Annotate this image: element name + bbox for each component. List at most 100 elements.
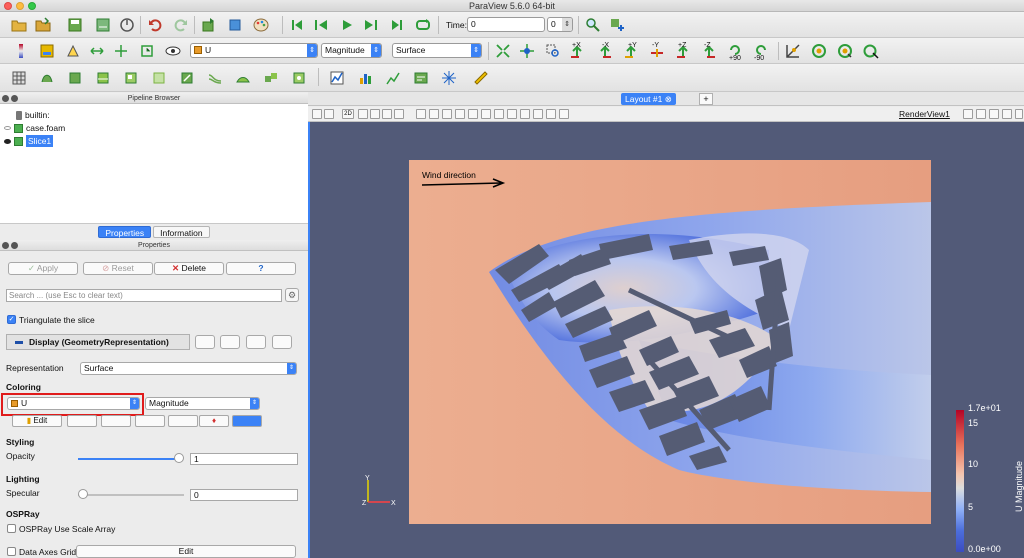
view-option-button[interactable] <box>358 109 368 119</box>
gear-icon[interactable]: ⚙ <box>285 288 299 302</box>
shrink-selection-button[interactable] <box>546 109 556 119</box>
maximize-view-button[interactable] <box>989 109 999 119</box>
representation-dropdown[interactable]: Surface ⇕ <box>80 362 297 375</box>
zoom-closest-icon[interactable] <box>518 42 536 60</box>
representation-select[interactable]: Surface ⇕ <box>392 43 482 58</box>
probe-point-icon[interactable] <box>440 69 458 87</box>
extract-subset-icon[interactable] <box>150 69 168 87</box>
slice-icon[interactable] <box>94 69 112 87</box>
minimize-window-button[interactable] <box>16 2 24 10</box>
color-legend-toggle-button[interactable] <box>232 415 262 427</box>
restore-defaults-button[interactable] <box>246 335 266 349</box>
clip-icon[interactable] <box>66 69 84 87</box>
copy-properties-button[interactable] <box>195 335 215 349</box>
tab-properties[interactable]: Properties <box>98 226 152 238</box>
rescale-custom-range-button[interactable] <box>101 415 131 427</box>
stream-tracer-icon[interactable] <box>206 69 224 87</box>
float-panel-icon[interactable] <box>11 95 18 102</box>
close-window-button[interactable] <box>4 2 12 10</box>
help-button[interactable]: ? <box>226 262 296 275</box>
reset-range-icon[interactable] <box>64 42 82 60</box>
last-frame-icon[interactable] <box>388 16 406 34</box>
specular-input[interactable]: 0 <box>190 489 298 501</box>
apply-button[interactable]: ✓ Apply <box>8 262 78 275</box>
edit-colormap-button[interactable]: ▮ Edit <box>12 415 62 427</box>
rescale-custom-icon[interactable] <box>88 42 106 60</box>
camera-undo-icon[interactable] <box>200 16 218 34</box>
histogram-icon[interactable] <box>356 69 374 87</box>
save-defaults-button[interactable] <box>272 335 292 349</box>
select-points-frustum-button[interactable] <box>455 109 465 119</box>
toggle-2d-button[interactable]: 2D <box>342 109 354 119</box>
view-option-button[interactable] <box>370 109 380 119</box>
select-points-button[interactable] <box>429 109 439 119</box>
warp-vector-icon[interactable] <box>234 69 252 87</box>
interactive-select-button[interactable] <box>494 109 504 119</box>
play-icon[interactable] <box>338 16 356 34</box>
pipeline-item-slice1[interactable]: Slice1 <box>4 135 54 147</box>
tab-information[interactable]: Information <box>153 226 210 238</box>
first-frame-icon[interactable] <box>288 16 306 34</box>
pick-center-icon[interactable] <box>836 42 854 60</box>
select-blocks-button[interactable] <box>481 109 491 119</box>
toggle-color-legend-icon[interactable] <box>12 42 30 60</box>
close-tab-icon[interactable]: ⊗ <box>665 94 672 104</box>
undo-icon[interactable] <box>146 16 164 34</box>
plot-over-line-icon[interactable] <box>328 69 346 87</box>
zoom-window-button[interactable] <box>28 2 36 10</box>
delete-button[interactable]: ✕ Delete <box>154 262 224 275</box>
display-section-toggle[interactable]: Display (GeometryRepresentation) <box>6 334 190 350</box>
ospray-scale-checkbox[interactable] <box>7 524 16 533</box>
clear-selection-button[interactable] <box>559 109 569 119</box>
view-option-button[interactable] <box>324 109 334 119</box>
group-datasets-icon[interactable] <box>262 69 280 87</box>
select-frustum-button[interactable] <box>442 109 452 119</box>
search-input[interactable]: Search ... (use Esc to clear text) <box>6 289 282 302</box>
rescale-temporal-button[interactable] <box>135 415 165 427</box>
select-polygon-button[interactable] <box>468 109 478 119</box>
rescale-time-icon[interactable] <box>138 42 156 60</box>
rescale-visible-button[interactable] <box>168 415 198 427</box>
palette-icon[interactable] <box>252 16 270 34</box>
zoom-to-box-icon[interactable] <box>544 42 562 60</box>
reset-center-icon[interactable] <box>810 42 828 60</box>
triangulate-checkbox[interactable] <box>7 315 16 324</box>
select-cells-button[interactable] <box>416 109 426 119</box>
calculator-icon[interactable] <box>10 69 28 87</box>
axes-grid-edit-button[interactable]: Edit <box>76 545 296 558</box>
save-state-icon[interactable] <box>94 16 112 34</box>
close-view-button[interactable] <box>1015 109 1023 119</box>
grow-selection-button[interactable] <box>533 109 543 119</box>
pick-center-point-icon[interactable] <box>862 42 880 60</box>
timestep-spinbox[interactable]: 0 ⇕ <box>547 17 573 32</box>
pipeline-item-builtin[interactable]: builtin: <box>16 109 50 121</box>
redo-icon[interactable] <box>172 16 190 34</box>
specular-slider-handle[interactable] <box>78 489 88 499</box>
rescale-data-range-button[interactable] <box>67 415 97 427</box>
contour-icon[interactable] <box>38 69 56 87</box>
paste-properties-button[interactable] <box>220 335 240 349</box>
find-data-icon[interactable] <box>584 16 602 34</box>
visibility-eye-icon[interactable] <box>164 42 182 60</box>
recent-files-icon[interactable] <box>34 16 52 34</box>
disconnect-icon[interactable] <box>118 16 136 34</box>
hover-points-button[interactable] <box>507 109 517 119</box>
show-center-icon[interactable] <box>784 42 802 60</box>
next-frame-icon[interactable] <box>362 16 380 34</box>
select-preset-button[interactable]: ♦ <box>199 415 229 427</box>
save-data-icon[interactable] <box>66 16 84 34</box>
add-selection-icon[interactable] <box>608 16 626 34</box>
plot-data-icon[interactable] <box>384 69 402 87</box>
previous-frame-icon[interactable] <box>312 16 330 34</box>
view-option-button[interactable] <box>394 109 404 119</box>
hover-cells-button[interactable] <box>520 109 530 119</box>
color-array-select[interactable]: U ⇕ <box>190 43 318 58</box>
view-option-button[interactable] <box>312 109 322 119</box>
split-horizontal-button[interactable] <box>963 109 973 119</box>
split-vertical-button[interactable] <box>976 109 986 119</box>
ruler-icon[interactable] <box>472 69 490 87</box>
eye-hidden-icon[interactable] <box>4 126 11 130</box>
axes-grid-checkbox[interactable] <box>7 547 16 556</box>
time-input[interactable]: 0 <box>467 17 545 32</box>
glyph-icon[interactable] <box>178 69 196 87</box>
